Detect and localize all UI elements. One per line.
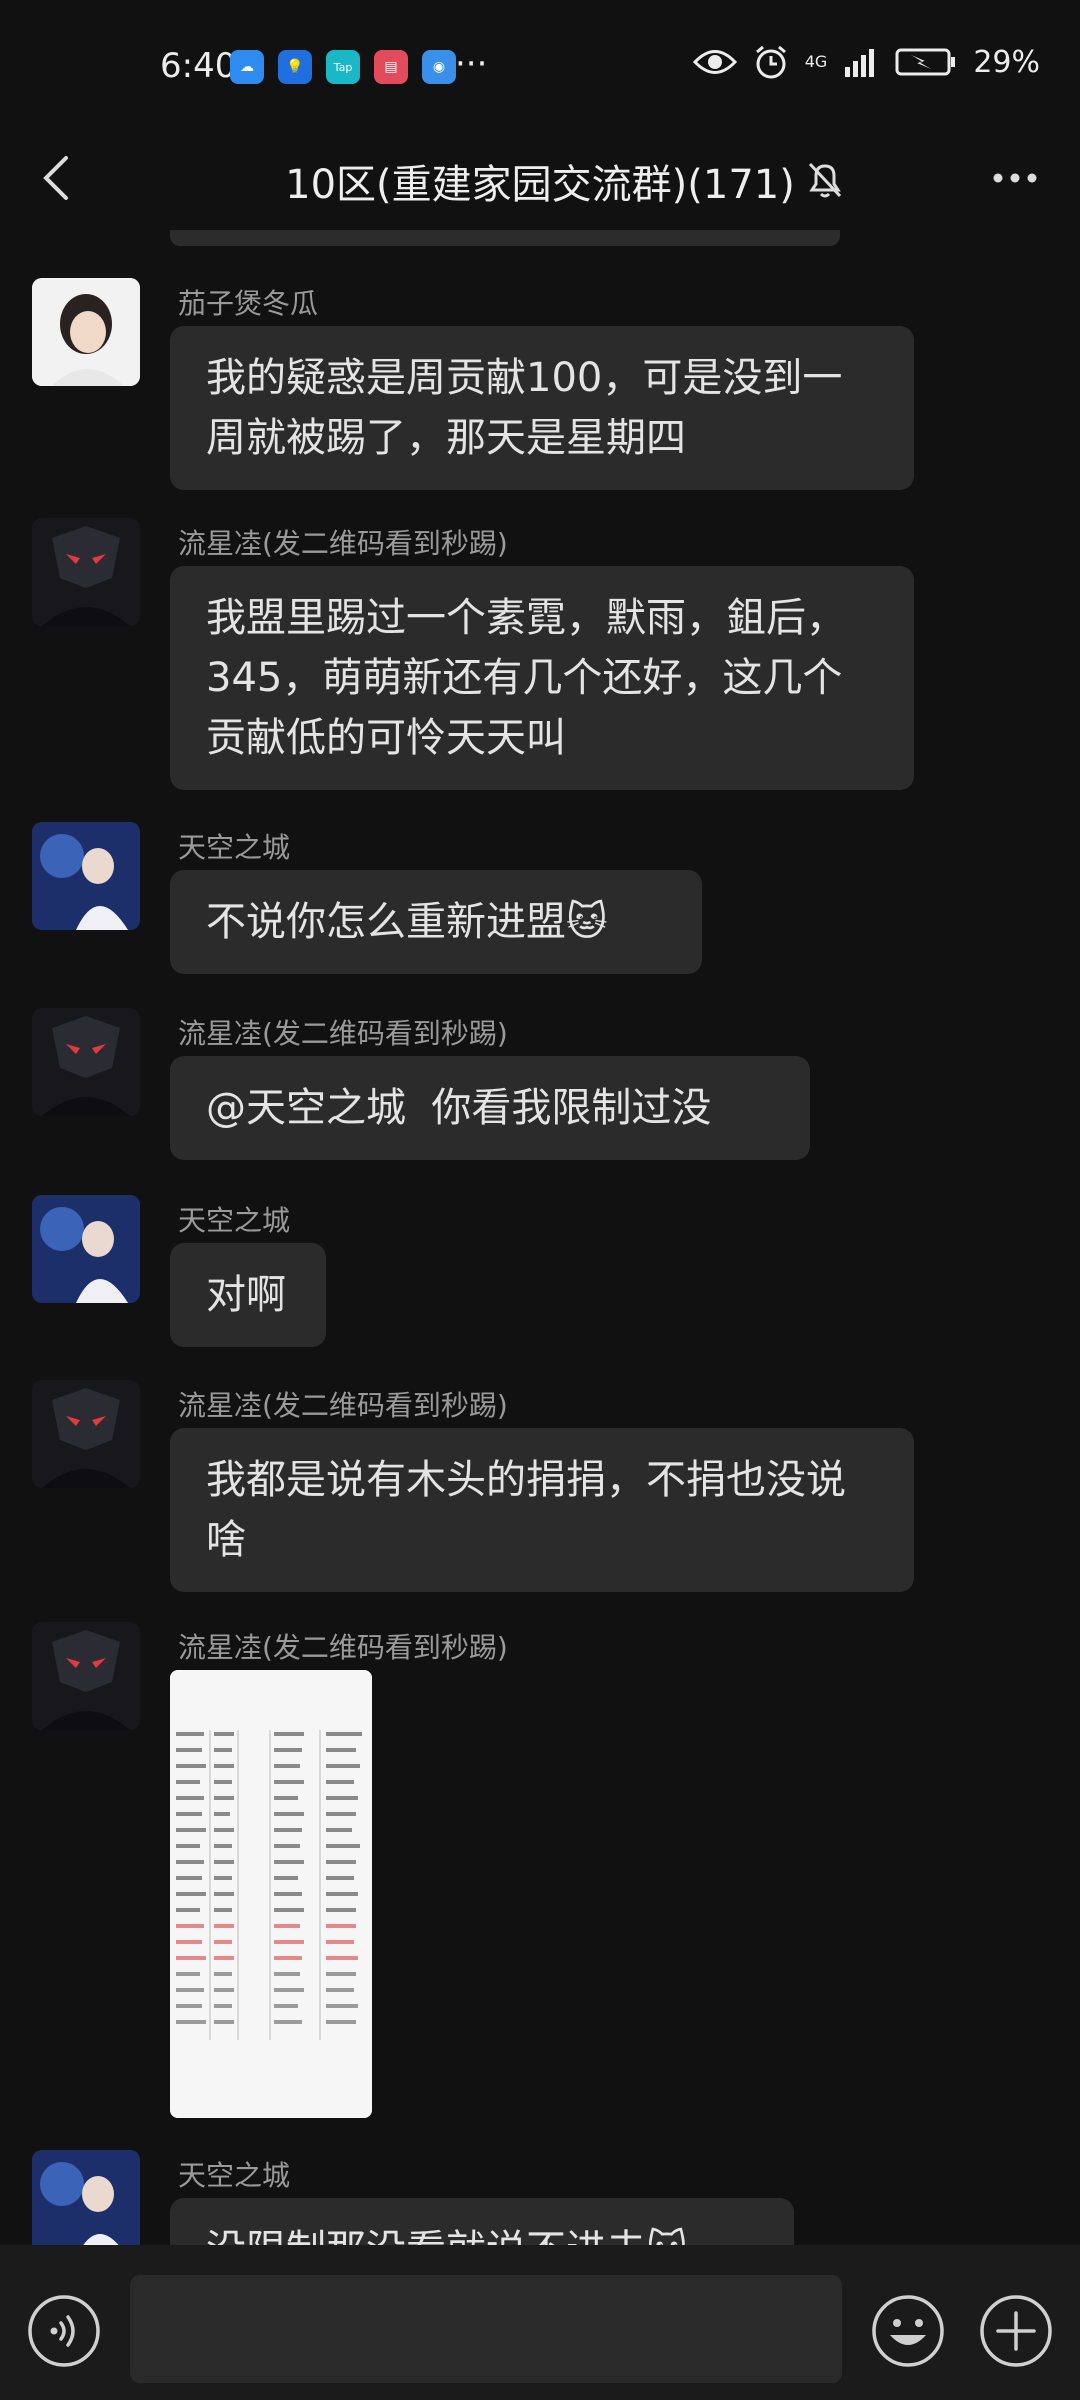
bulb-app-icon: 💡 — [278, 50, 312, 84]
message-bubble[interactable]: 不说你怎么重新进盟🐱 — [170, 870, 702, 974]
mute-bell-icon — [808, 162, 842, 198]
chat-header: 10区(重建家园交流群)(171) — [0, 130, 1080, 230]
more-icon[interactable] — [980, 148, 1050, 208]
more-notifications-icon: ··· — [455, 44, 488, 84]
message-bubble[interactable]: 我的疑惑是周贡献100，可是没到一周就被踢了，那天是星期四 — [170, 326, 914, 490]
message-bubble[interactable]: 没限制那没看就说不进去🐱 — [170, 2198, 794, 2245]
avatar[interactable] — [32, 518, 140, 626]
avatar[interactable] — [32, 1380, 140, 1488]
sender-name: 流星㓐(发二维码看到秒踢) — [178, 1389, 508, 1422]
avatar[interactable] — [32, 1622, 140, 1730]
cloud-app-icon: ☁ — [230, 50, 264, 84]
sender-name: 天空之城 — [178, 1204, 291, 1237]
cat-emoji-icon: 🐱 — [646, 2227, 688, 2245]
status-time: 6:40 — [160, 46, 237, 86]
status-bar: 6:40 ☁ 💡 Tap ▤ ◉ ··· 4G 29% — [0, 0, 1080, 130]
avatar[interactable] — [32, 278, 140, 386]
emoji-icon[interactable] — [870, 2293, 946, 2369]
previous-bubble-edge — [170, 230, 840, 246]
message-text: 我都是说有木头的捐捐，不捐也没说啥 — [206, 1457, 846, 1563]
message-text: 不说你怎么重新进盟 — [206, 899, 566, 945]
signal-icon — [845, 49, 875, 77]
sender-name: 流星㓐(发二维码看到秒踢) — [178, 1017, 508, 1050]
message-text: 我的疑惑是周贡献100，可是没到一周就被踢了，那天是星期四 — [206, 355, 843, 461]
plus-icon[interactable] — [978, 2293, 1054, 2369]
image-message[interactable] — [170, 1670, 372, 2118]
group-title: 10区(重建家园交流群)(171) — [285, 162, 795, 208]
input-bar — [0, 2245, 1080, 2400]
sender-name: 天空之城 — [178, 831, 291, 864]
message-list[interactable]: 茄子煲冬瓜 我的疑惑是周贡献100，可是没到一周就被踢了，那天是星期四 流星㓐(… — [0, 230, 1080, 2245]
message-bubble[interactable]: @天空之城 你看我限制过没 — [170, 1056, 810, 1160]
book-app-icon: ▤ — [374, 50, 408, 84]
sender-name: 流星㓐(发二维码看到秒踢) — [178, 527, 508, 560]
sender-name: 天空之城 — [178, 2159, 291, 2192]
message-text: 没限制那没看就说不进去 — [206, 2227, 646, 2245]
avatar[interactable] — [32, 2150, 140, 2245]
status-indicators: 4G 29% — [692, 44, 1040, 80]
alarm-icon — [755, 45, 786, 79]
network-type: 4G — [804, 52, 828, 71]
message-text: 我盟里踢过一个素霓，默雨，鉏后，345，萌萌新还有几个还好，这几个贡献低的可怜天… — [206, 595, 846, 761]
table-screenshot-image — [170, 1670, 372, 2118]
message-bubble[interactable]: 我盟里踢过一个素霓，默雨，鉏后，345，萌萌新还有几个还好，这几个贡献低的可怜天… — [170, 566, 914, 790]
message-input[interactable] — [130, 2275, 842, 2383]
tap-app-icon: Tap — [326, 50, 360, 84]
message-bubble[interactable]: 我都是说有木头的捐捐，不捐也没说啥 — [170, 1428, 914, 1592]
avatar[interactable] — [32, 1008, 140, 1116]
sender-name: 流星㓐(发二维码看到秒踢) — [178, 1631, 508, 1664]
battery-percent: 29% — [973, 44, 1040, 80]
battery-icon — [895, 48, 956, 76]
notification-icons: ☁ 💡 Tap ▤ ◉ — [230, 50, 456, 84]
browser-app-icon: ◉ — [422, 50, 456, 84]
cat-emoji-icon: 🐱 — [566, 899, 608, 945]
message-bubble[interactable]: 对啊 — [170, 1243, 326, 1347]
message-text: @天空之城 你看我限制过没 — [206, 1085, 712, 1131]
avatar[interactable] — [32, 1195, 140, 1303]
message-text: 对啊 — [206, 1272, 286, 1318]
avatar[interactable] — [32, 822, 140, 930]
voice-input-icon[interactable] — [26, 2293, 102, 2369]
eye-icon — [692, 50, 737, 74]
sender-name: 茄子煲冬瓜 — [178, 287, 319, 320]
